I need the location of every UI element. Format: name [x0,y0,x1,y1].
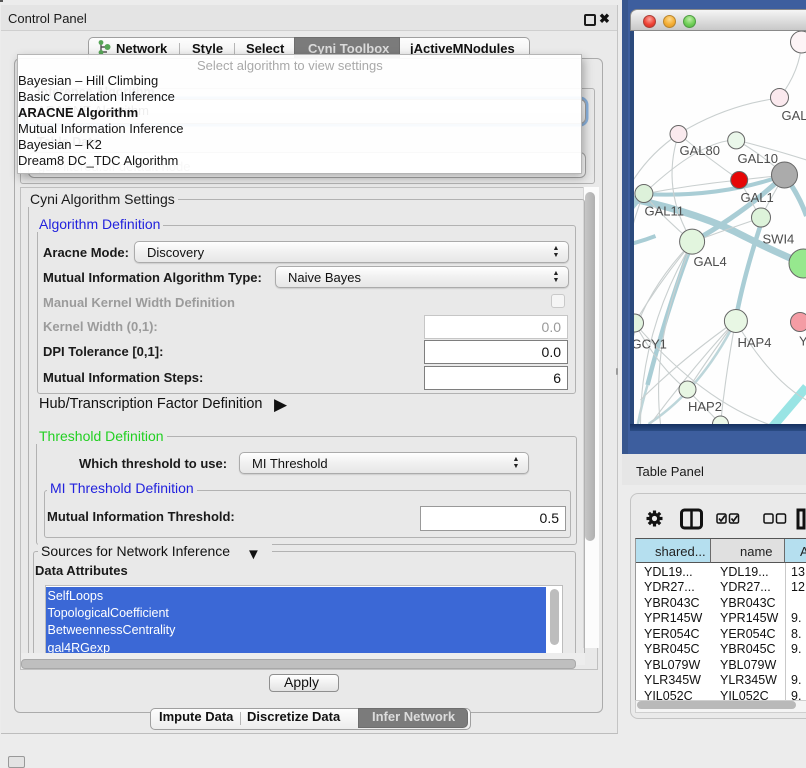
svg-text:GAL80: GAL80 [679,143,719,158]
svg-text:GCY1: GCY1 [634,337,667,352]
svg-text:GAL1: GAL1 [740,190,773,205]
svg-text:GAL: GAL [781,108,806,123]
svg-text:Y: Y [799,334,806,349]
svg-text:HAP2: HAP2 [688,399,722,414]
svg-text:GAL4: GAL4 [693,254,726,269]
svg-text:SWI4: SWI4 [762,232,794,247]
svg-text:GAL10: GAL10 [737,151,777,166]
svg-text:HAP4: HAP4 [737,335,771,350]
svg-text:GAL11: GAL11 [644,204,684,219]
